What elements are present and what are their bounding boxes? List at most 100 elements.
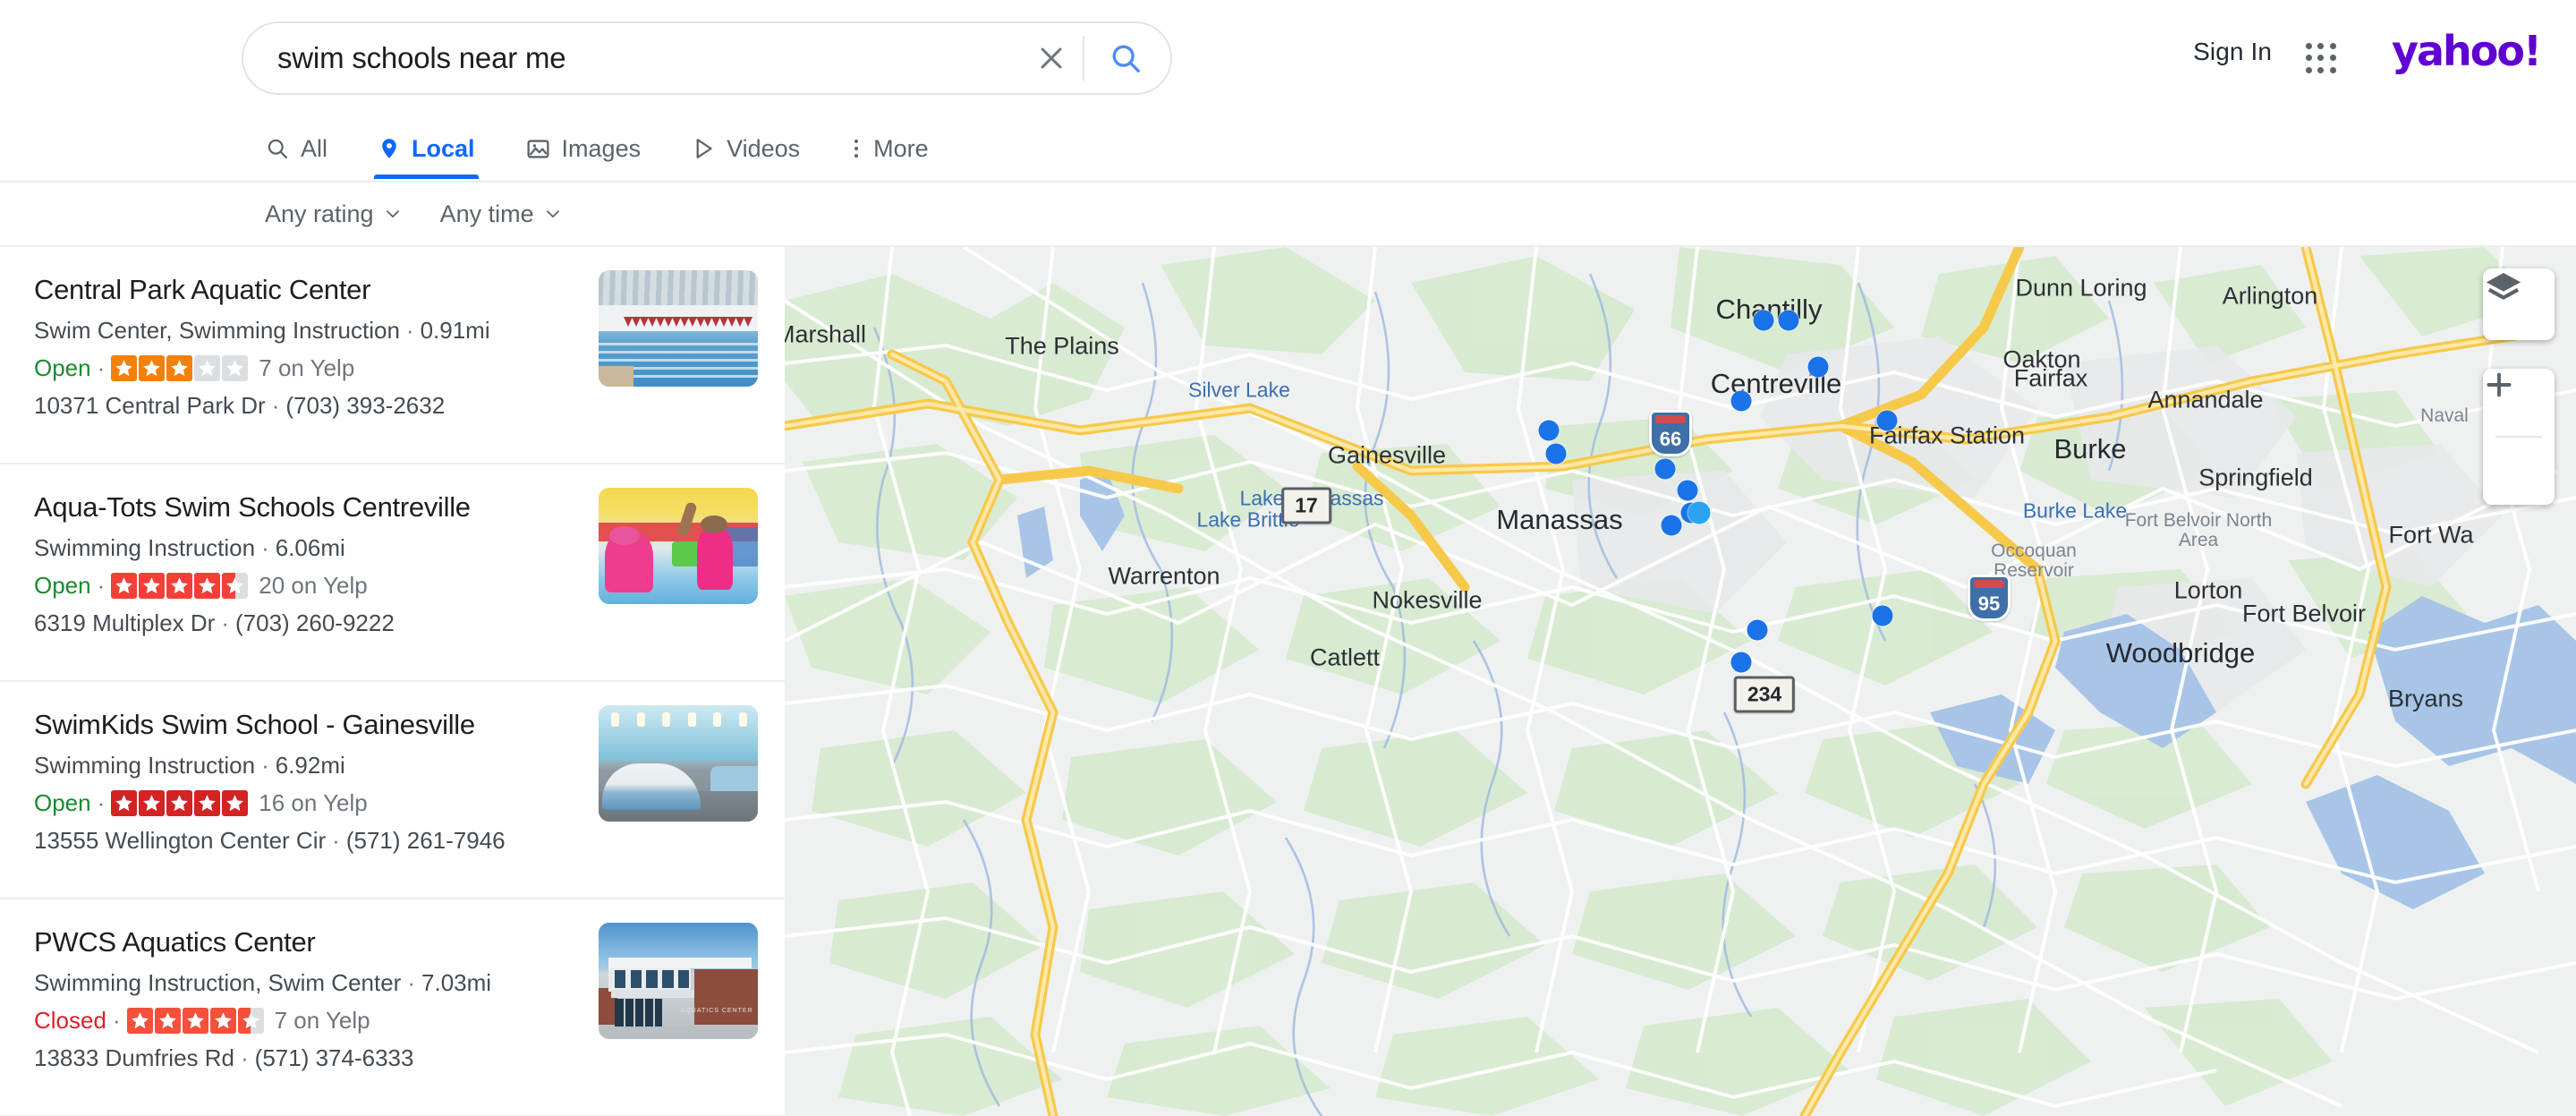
- separator-dot: ·: [97, 788, 106, 816]
- result-categories: Swimming Instruction · 6.92mi: [34, 752, 579, 779]
- star-icon: [222, 354, 249, 381]
- result-address: 13833 Dumfries Rd: [34, 1044, 234, 1072]
- chevron-down-icon: [546, 210, 559, 218]
- star-icon: [111, 354, 138, 381]
- local-result-item[interactable]: PWCS Aquatics Center Swimming Instruction…: [0, 899, 785, 1116]
- map-marker[interactable]: [1538, 420, 1560, 441]
- result-phone[interactable]: (571) 374-6333: [255, 1044, 414, 1071]
- map-marker[interactable]: [1807, 356, 1829, 378]
- separator-dot: ·: [271, 392, 280, 420]
- tab-videos[interactable]: Videos: [666, 118, 825, 179]
- map-marker-highlighted[interactable]: [1688, 501, 1711, 524]
- search-submit-button[interactable]: [1097, 30, 1154, 87]
- map-layers-button[interactable]: [2483, 268, 2555, 340]
- star-icon: [154, 1007, 181, 1034]
- star-icon: [139, 572, 166, 599]
- kebab-menu-icon: [854, 139, 859, 158]
- local-result-item[interactable]: SwimKids Swim School - Gainesville Swimmi…: [0, 682, 785, 899]
- star-icon: [166, 789, 193, 816]
- local-result-item[interactable]: Aqua-Tots Swim Schools Centreville Swimmi…: [0, 464, 785, 682]
- map-marker[interactable]: [1654, 458, 1676, 480]
- result-rating-row: Open · 7 on Yelp: [34, 354, 579, 382]
- separator-dot: ·: [261, 533, 269, 561]
- rating-stars: [111, 354, 249, 381]
- result-thumbnail[interactable]: [599, 705, 758, 822]
- tab-images[interactable]: Images: [500, 118, 667, 179]
- map-marker[interactable]: [1753, 310, 1774, 331]
- result-info: Aqua-Tots Swim Schools Centreville Swimmi…: [34, 488, 579, 637]
- result-distance: 0.91mi: [420, 316, 490, 344]
- result-thumbnail[interactable]: AQUATICS CENTER: [599, 923, 758, 1039]
- result-categories: Swimming Instruction, Swim Center · 7.03mi: [34, 969, 579, 997]
- map-marker[interactable]: [1872, 605, 1893, 626]
- result-category-text: Swimming Instruction: [34, 751, 256, 779]
- result-title[interactable]: Aqua-Tots Swim Schools Centreville: [34, 491, 579, 524]
- map-marker[interactable]: [1730, 390, 1752, 412]
- tab-local-label: Local: [412, 134, 475, 162]
- result-categories: Swim Center, Swimming Instruction · 0.91mi: [34, 317, 579, 345]
- tab-more-label: More: [873, 134, 929, 162]
- result-address: 10371 Central Park Dr: [34, 392, 266, 420]
- local-result-item[interactable]: Central Park Aquatic Center Swim Center, …: [0, 247, 785, 464]
- separator-dot: ·: [405, 316, 414, 344]
- tabs-bottom-divider: [0, 181, 2576, 183]
- page-header: Sign In yahoo!: [0, 0, 2576, 118]
- result-thumbnail[interactable]: [599, 270, 758, 387]
- filter-any-time[interactable]: Any time: [440, 200, 563, 228]
- result-phone[interactable]: (703) 393-2632: [285, 392, 445, 419]
- result-phone[interactable]: (571) 261-7946: [346, 827, 506, 854]
- map-basemap: [785, 247, 2576, 1116]
- separator-dot: ·: [261, 751, 269, 779]
- map-marker[interactable]: [1730, 652, 1752, 673]
- result-review-count[interactable]: 7 on Yelp: [275, 1007, 370, 1035]
- search-icon: [268, 139, 288, 159]
- result-rating-row: Open · 20 on Yelp: [34, 572, 579, 600]
- star-icon: [166, 572, 193, 599]
- filter-any-time-label: Any time: [439, 200, 534, 227]
- result-distance: 6.92mi: [275, 751, 345, 779]
- result-review-count[interactable]: 20 on Yelp: [259, 572, 367, 600]
- filter-any-rating[interactable]: Any rating: [265, 200, 403, 228]
- filter-bar: Any rating Any time: [0, 183, 2576, 247]
- result-distance: 7.03mi: [421, 968, 492, 996]
- result-thumbnail[interactable]: [599, 488, 758, 604]
- map-marker[interactable]: [1677, 480, 1698, 501]
- map-marker[interactable]: [1876, 410, 1898, 431]
- map-panel[interactable]: Marshall The Plains Silver Lake Chantilly Du…: [785, 247, 2576, 1116]
- result-review-count[interactable]: 16 on Yelp: [259, 789, 367, 817]
- rating-stars: [111, 572, 249, 599]
- search-box[interactable]: [242, 21, 1172, 95]
- apps-grid-icon[interactable]: [2306, 43, 2336, 73]
- result-title[interactable]: PWCS Aquatics Center: [34, 926, 579, 958]
- map-marker[interactable]: [1545, 443, 1567, 464]
- result-category-text: Swimming Instruction, Swim Center: [34, 968, 402, 996]
- result-title[interactable]: SwimKids Swim School - Gainesville: [34, 709, 579, 741]
- result-info: SwimKids Swim School - Gainesville Swimmi…: [34, 705, 579, 855]
- sign-in-link[interactable]: Sign In: [2193, 38, 2272, 66]
- map-marker[interactable]: [1747, 619, 1768, 641]
- tab-local[interactable]: Local: [353, 118, 500, 179]
- map-marker[interactable]: [1778, 310, 1799, 331]
- star-icon: [222, 572, 249, 599]
- star-icon: [139, 354, 166, 381]
- search-input[interactable]: [276, 40, 1025, 76]
- tab-videos-label: Videos: [727, 134, 801, 162]
- map-marker[interactable]: [1661, 515, 1682, 536]
- search-divider: [1083, 36, 1084, 81]
- local-results-list[interactable]: Central Park Aquatic Center Swim Center, …: [0, 247, 785, 1116]
- result-title[interactable]: Central Park Aquatic Center: [34, 274, 579, 306]
- map-zoom-out-button[interactable]: [2483, 383, 2555, 505]
- tab-all[interactable]: All: [256, 118, 353, 179]
- tab-more[interactable]: More: [825, 118, 954, 179]
- separator-dot: ·: [407, 968, 416, 996]
- result-rating-row: Closed · 7 on Yelp: [34, 1007, 579, 1035]
- clear-search-button[interactable]: [1025, 32, 1077, 84]
- result-review-count[interactable]: 7 on Yelp: [259, 354, 354, 382]
- result-category-text: Swimming Instruction: [34, 533, 256, 561]
- star-icon: [126, 1007, 153, 1034]
- separator-dot: ·: [112, 1006, 121, 1034]
- separator-dot: ·: [97, 354, 106, 381]
- yahoo-logo[interactable]: yahoo!: [2392, 30, 2542, 72]
- result-phone[interactable]: (703) 260-9222: [235, 609, 395, 636]
- star-icon: [111, 572, 138, 599]
